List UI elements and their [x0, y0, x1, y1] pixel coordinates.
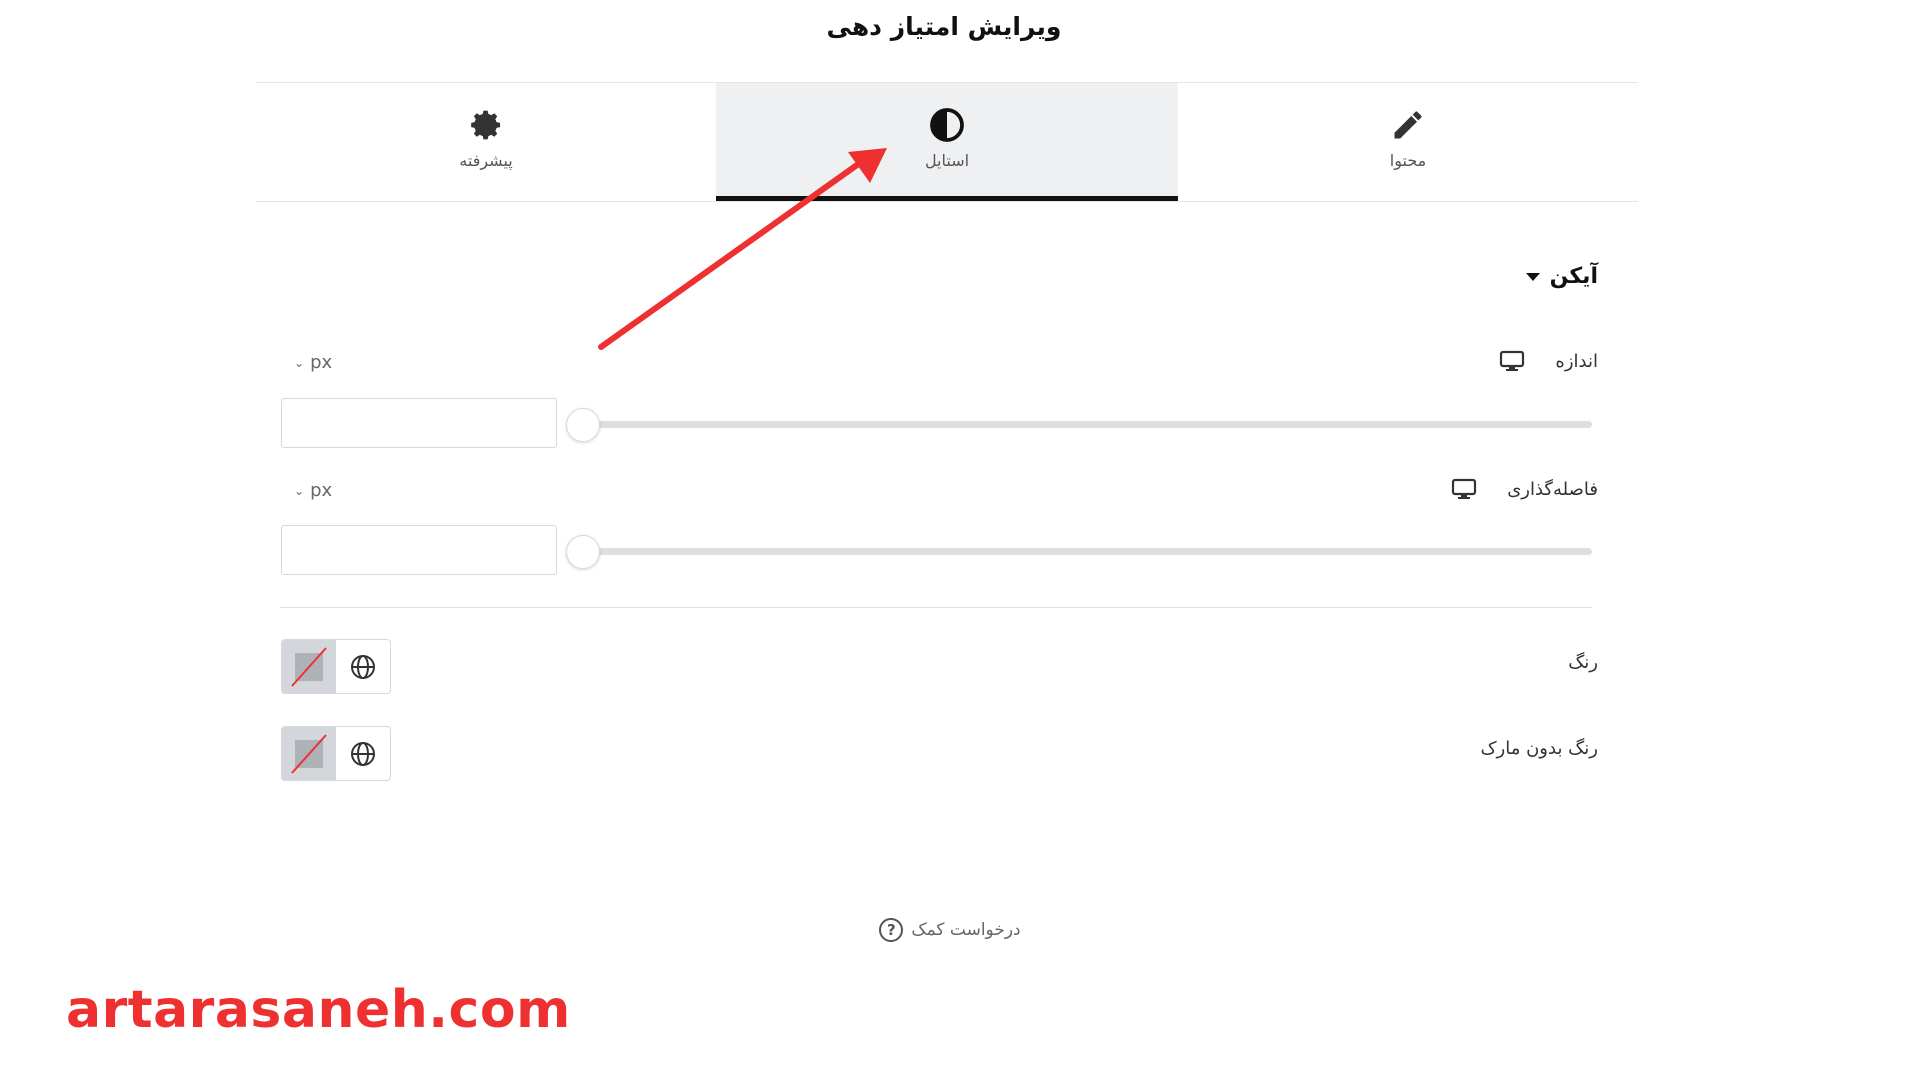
watermark-text: artarasaneh.com — [66, 980, 571, 1040]
annotation-arrow — [598, 148, 887, 350]
